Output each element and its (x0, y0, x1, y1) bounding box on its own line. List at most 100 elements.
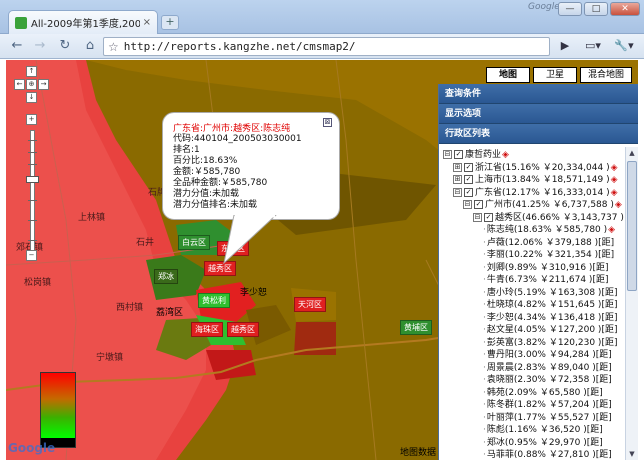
locate-diamond-icon[interactable]: ◈ (608, 225, 615, 235)
tree-node[interactable]: ·李少恕(4.34% ￥136,418 )[距] (439, 312, 625, 325)
tree-node-label[interactable]: 周景晨(2.83% ￥89,040 ) (487, 363, 596, 373)
tree-node-label[interactable]: 刘卿(9.89% ￥310,916 ) (487, 263, 593, 273)
tree-node-label[interactable]: 陈冬群(1.82% ￥57,204 ) (487, 400, 596, 410)
maximize-button[interactable]: □ (584, 2, 608, 16)
tree-node-label[interactable]: 陈彪(1.16% ￥36,520 ) (487, 425, 587, 435)
distance-link[interactable]: [距] (596, 350, 612, 360)
tree-node-label[interactable]: 越秀区(46.66% ￥3,143,737 ) (495, 213, 624, 223)
tree-node-label[interactable]: 康哲药业 (465, 150, 501, 160)
tree-node[interactable]: ⊞ ✓ 浙江省(15.16% ￥20,334,044 )◈ (439, 162, 625, 175)
distance-link[interactable]: [距] (592, 275, 608, 285)
locate-diamond-icon[interactable]: ◈ (611, 188, 618, 198)
reload-button[interactable]: ↻ (55, 37, 75, 55)
tree-node-label[interactable]: 李少恕(4.34% ￥136,418 ) (487, 313, 602, 323)
tree-node[interactable]: ·袁晓丽(2.30% ￥72,358 )[距] (439, 374, 625, 387)
tab-close-icon[interactable]: × (143, 17, 151, 28)
region-list-header[interactable]: 行政区列表 (439, 124, 638, 144)
distance-link[interactable]: [距] (592, 263, 608, 273)
scroll-up-icon[interactable]: ▲ (627, 147, 637, 159)
tree-node-label[interactable]: 卢薇(12.06% ￥379,188 ) (487, 238, 598, 248)
tree-node[interactable]: ·马菲菲(0.88% ￥27,810 )[距] (439, 449, 625, 460)
distance-link[interactable]: [距] (596, 375, 612, 385)
zoom-out-icon[interactable]: − (26, 250, 37, 261)
distance-link[interactable]: [距] (598, 238, 614, 248)
tree-node[interactable]: ·曹丹阳(3.00% ￥94,284 )[距] (439, 349, 625, 362)
tree-node[interactable]: ⊟ ✓ 康哲药业◈ (439, 149, 625, 162)
tree-node[interactable]: ·卢薇(12.06% ￥379,188 )[距] (439, 237, 625, 250)
map-data-credit[interactable]: 地图数据 (400, 445, 436, 458)
bookmark-star-icon[interactable]: ☆ (108, 40, 119, 54)
browser-tab[interactable]: All-2009年第1季度,2009... × (8, 10, 158, 34)
tree-checkbox[interactable]: ✓ (464, 175, 473, 184)
info-close-icon[interactable]: ⊠ (323, 118, 332, 127)
tree-node[interactable]: ·陈志纯(18.63% ￥585,780 )◈ (439, 224, 625, 237)
tree-checkbox[interactable]: ✓ (474, 200, 483, 209)
distance-link[interactable]: [距] (598, 250, 614, 260)
tree-node[interactable]: ⊟ ✓ 广东省(12.17% ￥16,333,014 )◈ (439, 187, 625, 200)
tools-menu-button[interactable]: 🔧▾ (610, 37, 638, 55)
tree-node-label[interactable]: 马菲菲(0.88% ￥27,810 ) (487, 450, 596, 460)
locate-diamond-icon[interactable]: ◈ (502, 150, 509, 160)
district-marker[interactable]: 黄松利 (198, 293, 230, 308)
district-marker[interactable]: 白云区 (178, 235, 210, 250)
tree-node-label[interactable]: 韩苑(2.09% ￥65,580 ) (487, 388, 587, 398)
district-marker[interactable]: 越秀区 (227, 322, 259, 337)
distance-link[interactable]: [距] (587, 438, 603, 448)
tree-node-label[interactable]: 袁晓丽(2.30% ￥72,358 ) (487, 375, 596, 385)
scroll-down-icon[interactable]: ▼ (627, 448, 637, 460)
home-button[interactable]: ⌂ (80, 37, 100, 55)
district-marker[interactable]: 郑冰 (154, 269, 178, 284)
locate-diamond-icon[interactable]: ◈ (611, 175, 618, 185)
expand-icon[interactable]: ⊞ (453, 175, 462, 184)
tree-node-label[interactable]: 广东省(12.17% ￥16,333,014 ) (475, 188, 610, 198)
pan-right-icon[interactable]: → (38, 79, 49, 90)
tree-node[interactable]: ·陈冬群(1.82% ￥57,204 )[距] (439, 399, 625, 412)
zoom-slider-track[interactable] (30, 130, 35, 258)
map-viewport[interactable]: 石牌镇 上林镇 石井 郊石镇 松岗镇 西村镇 宁墩镇 白云区 东山区 越秀区 郑… (6, 60, 638, 460)
distance-link[interactable]: [距] (596, 400, 612, 410)
tree-checkbox[interactable]: ✓ (454, 150, 463, 159)
tree-node[interactable]: ⊞ ✓ 上海市(13.84% ￥18,571,149 )◈ (439, 174, 625, 187)
distance-link[interactable]: [距] (601, 300, 617, 310)
distance-link[interactable]: [距] (587, 425, 603, 435)
map-type-satellite-button[interactable]: 卫星 (533, 67, 577, 83)
tree-node[interactable]: ·杜晓琼(4.82% ￥151,645 )[距] (439, 299, 625, 312)
tree-node[interactable]: ·韩苑(2.09% ￥65,580 )[距] (439, 387, 625, 400)
zoom-slider-thumb[interactable] (26, 176, 39, 183)
query-conditions-header[interactable]: 查询条件 (439, 84, 638, 104)
tree-node[interactable]: ·陈彪(1.16% ￥36,520 )[距] (439, 424, 625, 437)
tree-node-label[interactable]: 上海市(13.84% ￥18,571,149 ) (475, 175, 610, 185)
tree-node[interactable]: ·牛青(6.73% ￥211,674 )[距] (439, 274, 625, 287)
distance-link[interactable]: [距] (596, 363, 612, 373)
tree-node-label[interactable]: 牛青(6.73% ￥211,674 ) (487, 275, 593, 285)
collapse-icon[interactable]: ⊟ (443, 150, 452, 159)
distance-link[interactable]: [距] (587, 388, 603, 398)
tree-node-label[interactable]: 唐小玲(5.19% ￥163,308 ) (487, 288, 602, 298)
tree-node[interactable]: ·周景晨(2.83% ￥89,040 )[距] (439, 362, 625, 375)
locate-diamond-icon[interactable]: ◈ (615, 200, 622, 210)
tree-node-label[interactable]: 郑冰(0.95% ￥29,970 ) (487, 438, 587, 448)
tree-node-label[interactable]: 广州市(41.25% ￥6,737,588 ) (485, 200, 614, 210)
tree-node-label[interactable]: 杜晓琼(4.82% ￥151,645 ) (487, 300, 602, 310)
map-type-hybrid-button[interactable]: 混合地图 (580, 67, 632, 83)
page-menu-button[interactable]: ▭▾ (580, 37, 606, 55)
collapse-icon[interactable]: ⊟ (473, 212, 482, 222)
tree-node[interactable]: ·叶丽萍(1.77% ￥55,527 )[距] (439, 412, 625, 425)
tree-node[interactable]: ⊟✓越秀区(46.66% ￥3,143,737 )◈ (439, 212, 625, 225)
tree-checkbox[interactable]: ✓ (464, 162, 473, 172)
tree-node-label[interactable]: 曹丹阳(3.00% ￥94,284 ) (487, 350, 596, 360)
pan-left-icon[interactable]: ← (14, 79, 25, 90)
tree-node[interactable]: ·彭英富(3.82% ￥120,230 )[距] (439, 337, 625, 350)
tree-node-label[interactable]: 李丽(10.22% ￥321,354 ) (487, 250, 598, 260)
tree-node[interactable]: ⊟ ✓ 广州市(41.25% ￥6,737,588 )◈ (439, 199, 625, 212)
address-bar[interactable]: ☆ http://reports.kangzhe.net/cmsmap2/ (103, 37, 550, 56)
collapse-icon[interactable]: ⊟ (453, 187, 462, 197)
tree-node[interactable]: ·唐小玲(5.19% ￥163,308 )[距] (439, 287, 625, 300)
url-text[interactable]: http://reports.kangzhe.net/cmsmap2/ (124, 40, 356, 53)
go-button[interactable]: ▶ (556, 37, 574, 55)
scrollbar-thumb[interactable] (627, 161, 637, 291)
tree-node[interactable]: ·刘卿(9.89% ￥310,916 )[距] (439, 262, 625, 275)
tree-node-label[interactable]: 浙江省(15.16% ￥20,334,044 ) (475, 163, 610, 173)
display-options-header[interactable]: 显示选项 (439, 104, 638, 124)
expand-icon[interactable]: ⊞ (453, 162, 462, 172)
